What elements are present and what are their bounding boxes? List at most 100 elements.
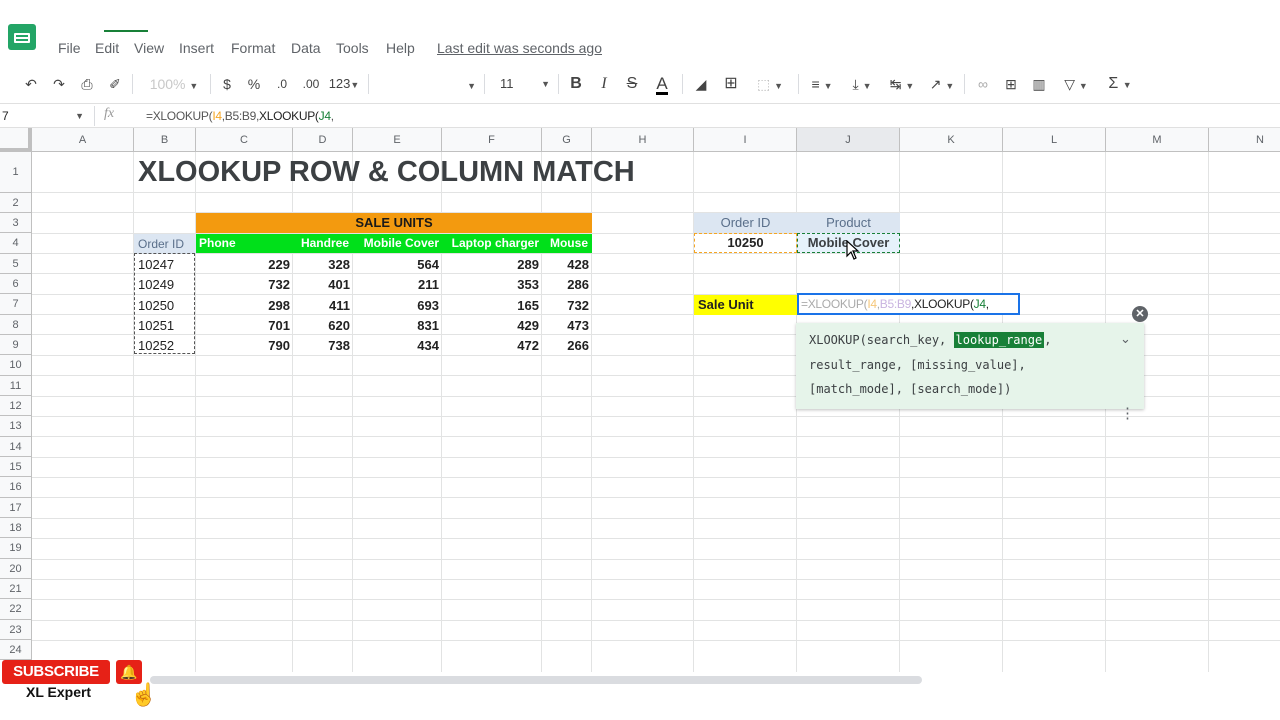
row-header[interactable]: 16 [0, 477, 32, 498]
value-cell[interactable]: 165 [442, 298, 542, 313]
row-header[interactable]: 24 [0, 640, 32, 660]
order-id-label[interactable]: Order ID [134, 234, 196, 254]
value-cell[interactable]: 790 [196, 338, 293, 353]
merge-cells-icon[interactable]: ⬚ ▼ [750, 72, 790, 96]
menu-view[interactable]: View [134, 40, 164, 56]
column-header-a[interactable]: A [32, 128, 134, 152]
filter-icon[interactable]: ▽ ▼ [1058, 72, 1094, 96]
lookup-order-id-value[interactable]: 10250 [694, 233, 797, 253]
value-cell[interactable]: 434 [353, 338, 442, 353]
value-cell[interactable]: 473 [542, 318, 592, 333]
column-header-j[interactable]: J [797, 128, 900, 152]
chevron-down-icon[interactable]: ⌄ [1120, 331, 1131, 347]
row-header[interactable]: 13 [0, 416, 32, 437]
row-header[interactable]: 7 [0, 294, 32, 315]
row-header[interactable]: 2 [0, 193, 32, 213]
currency-button[interactable]: $ [218, 72, 236, 96]
menu-edit[interactable]: Edit [95, 40, 119, 56]
header-mouse[interactable]: Mouse [542, 234, 592, 253]
row-header[interactable]: 3 [0, 213, 32, 233]
paint-format-icon[interactable]: ✐ [104, 72, 126, 96]
column-header-l[interactable]: L [1003, 128, 1106, 152]
row-header[interactable]: 6 [0, 274, 32, 294]
row-header[interactable]: 15 [0, 457, 32, 477]
menu-help[interactable]: Help [386, 40, 415, 56]
value-cell[interactable]: 429 [442, 318, 542, 333]
column-header-e[interactable]: E [353, 128, 442, 152]
value-cell[interactable]: 701 [196, 318, 293, 333]
last-edit-link[interactable]: Last edit was seconds ago [437, 40, 602, 56]
decrease-decimal-button[interactable]: .0 [270, 72, 294, 96]
bold-button[interactable]: B [566, 72, 586, 96]
menu-file[interactable]: File [58, 40, 81, 56]
text-color-button[interactable]: A [650, 72, 674, 96]
lookup-product-label[interactable]: Product [797, 213, 900, 233]
value-cell[interactable]: 229 [196, 257, 293, 272]
insert-comment-icon[interactable]: ⊞ [1000, 72, 1022, 96]
more-options-icon[interactable]: ⋮ [1120, 406, 1135, 421]
subscribe-button[interactable]: SUBSCRIBE [2, 660, 110, 684]
more-formats-button[interactable]: 123▼ [326, 72, 362, 96]
column-header-i[interactable]: I [694, 128, 797, 152]
insert-chart-icon[interactable]: ▥ [1028, 72, 1050, 96]
row-header[interactable]: 4 [0, 233, 32, 254]
value-cell[interactable]: 211 [353, 277, 442, 292]
value-cell[interactable]: 401 [293, 277, 353, 292]
value-cell[interactable]: 298 [196, 298, 293, 313]
font-size-select[interactable]: 11 ▼ [494, 72, 552, 96]
value-cell[interactable]: 564 [353, 257, 442, 272]
select-all-corner[interactable] [0, 128, 32, 152]
row-header[interactable]: 14 [0, 437, 32, 457]
horizontal-scrollbar[interactable] [150, 676, 922, 684]
column-header-n[interactable]: N [1209, 128, 1280, 152]
row-header[interactable]: 17 [0, 498, 32, 518]
value-cell[interactable]: 620 [293, 318, 353, 333]
value-cell[interactable]: 266 [542, 338, 592, 353]
row-header[interactable]: 5 [0, 254, 32, 274]
value-cell[interactable]: 328 [293, 257, 353, 272]
row-header[interactable]: 22 [0, 599, 32, 620]
increase-decimal-button[interactable]: .00 [298, 72, 324, 96]
value-cell[interactable]: 411 [293, 298, 353, 313]
fill-color-icon[interactable]: ◢ [690, 72, 712, 96]
column-header-h[interactable]: H [592, 128, 694, 152]
column-header-b[interactable]: B [134, 128, 196, 152]
undo-icon[interactable]: ↶ [20, 72, 42, 96]
column-header-m[interactable]: M [1106, 128, 1209, 152]
value-cell[interactable]: 428 [542, 257, 592, 272]
row-header[interactable]: 21 [0, 579, 32, 599]
header-handree[interactable]: Handree [293, 234, 353, 253]
notification-bell-button[interactable]: 🔔 [116, 660, 142, 684]
insert-link-icon[interactable]: ∞ [972, 72, 994, 96]
horizontal-align-icon[interactable]: ≡ ▼ [804, 72, 840, 96]
row-header[interactable]: 23 [0, 620, 32, 640]
text-rotation-icon[interactable]: ↗ ▼ [924, 72, 960, 96]
order-id-cell[interactable]: 10250 [134, 298, 174, 313]
functions-icon[interactable]: Σ ▼ [1102, 72, 1138, 96]
zoom-select[interactable]: 100% ▼ [144, 72, 204, 96]
sale-unit-label[interactable]: Sale Unit [694, 295, 797, 315]
print-icon[interactable]: ⎙ [76, 72, 98, 96]
order-id-cell[interactable]: 10247 [134, 257, 174, 272]
column-header-g[interactable]: G [542, 128, 592, 152]
order-id-cell[interactable]: 10249 [134, 277, 174, 292]
name-box[interactable]: 7 ▼ [0, 106, 90, 126]
strikethrough-button[interactable]: S [622, 72, 642, 96]
close-icon[interactable]: ✕ [1132, 306, 1148, 322]
value-cell[interactable]: 831 [353, 318, 442, 333]
menu-insert[interactable]: Insert [179, 40, 214, 56]
value-cell[interactable]: 289 [442, 257, 542, 272]
column-header-d[interactable]: D [293, 128, 353, 152]
value-cell[interactable]: 738 [293, 338, 353, 353]
text-wrapping-icon[interactable]: ↹ ▼ [884, 72, 920, 96]
value-cell[interactable]: 472 [442, 338, 542, 353]
value-cell[interactable]: 693 [353, 298, 442, 313]
header-phone[interactable]: Phone [196, 234, 293, 253]
vertical-align-icon[interactable]: ⤓ ▼ [844, 72, 880, 96]
value-cell[interactable]: 732 [196, 277, 293, 292]
italic-button[interactable]: I [594, 72, 614, 96]
header-mobile-cover[interactable]: Mobile Cover [353, 234, 442, 253]
column-header-f[interactable]: F [442, 128, 542, 152]
column-header-c[interactable]: C [196, 128, 293, 152]
menu-data[interactable]: Data [291, 40, 321, 56]
